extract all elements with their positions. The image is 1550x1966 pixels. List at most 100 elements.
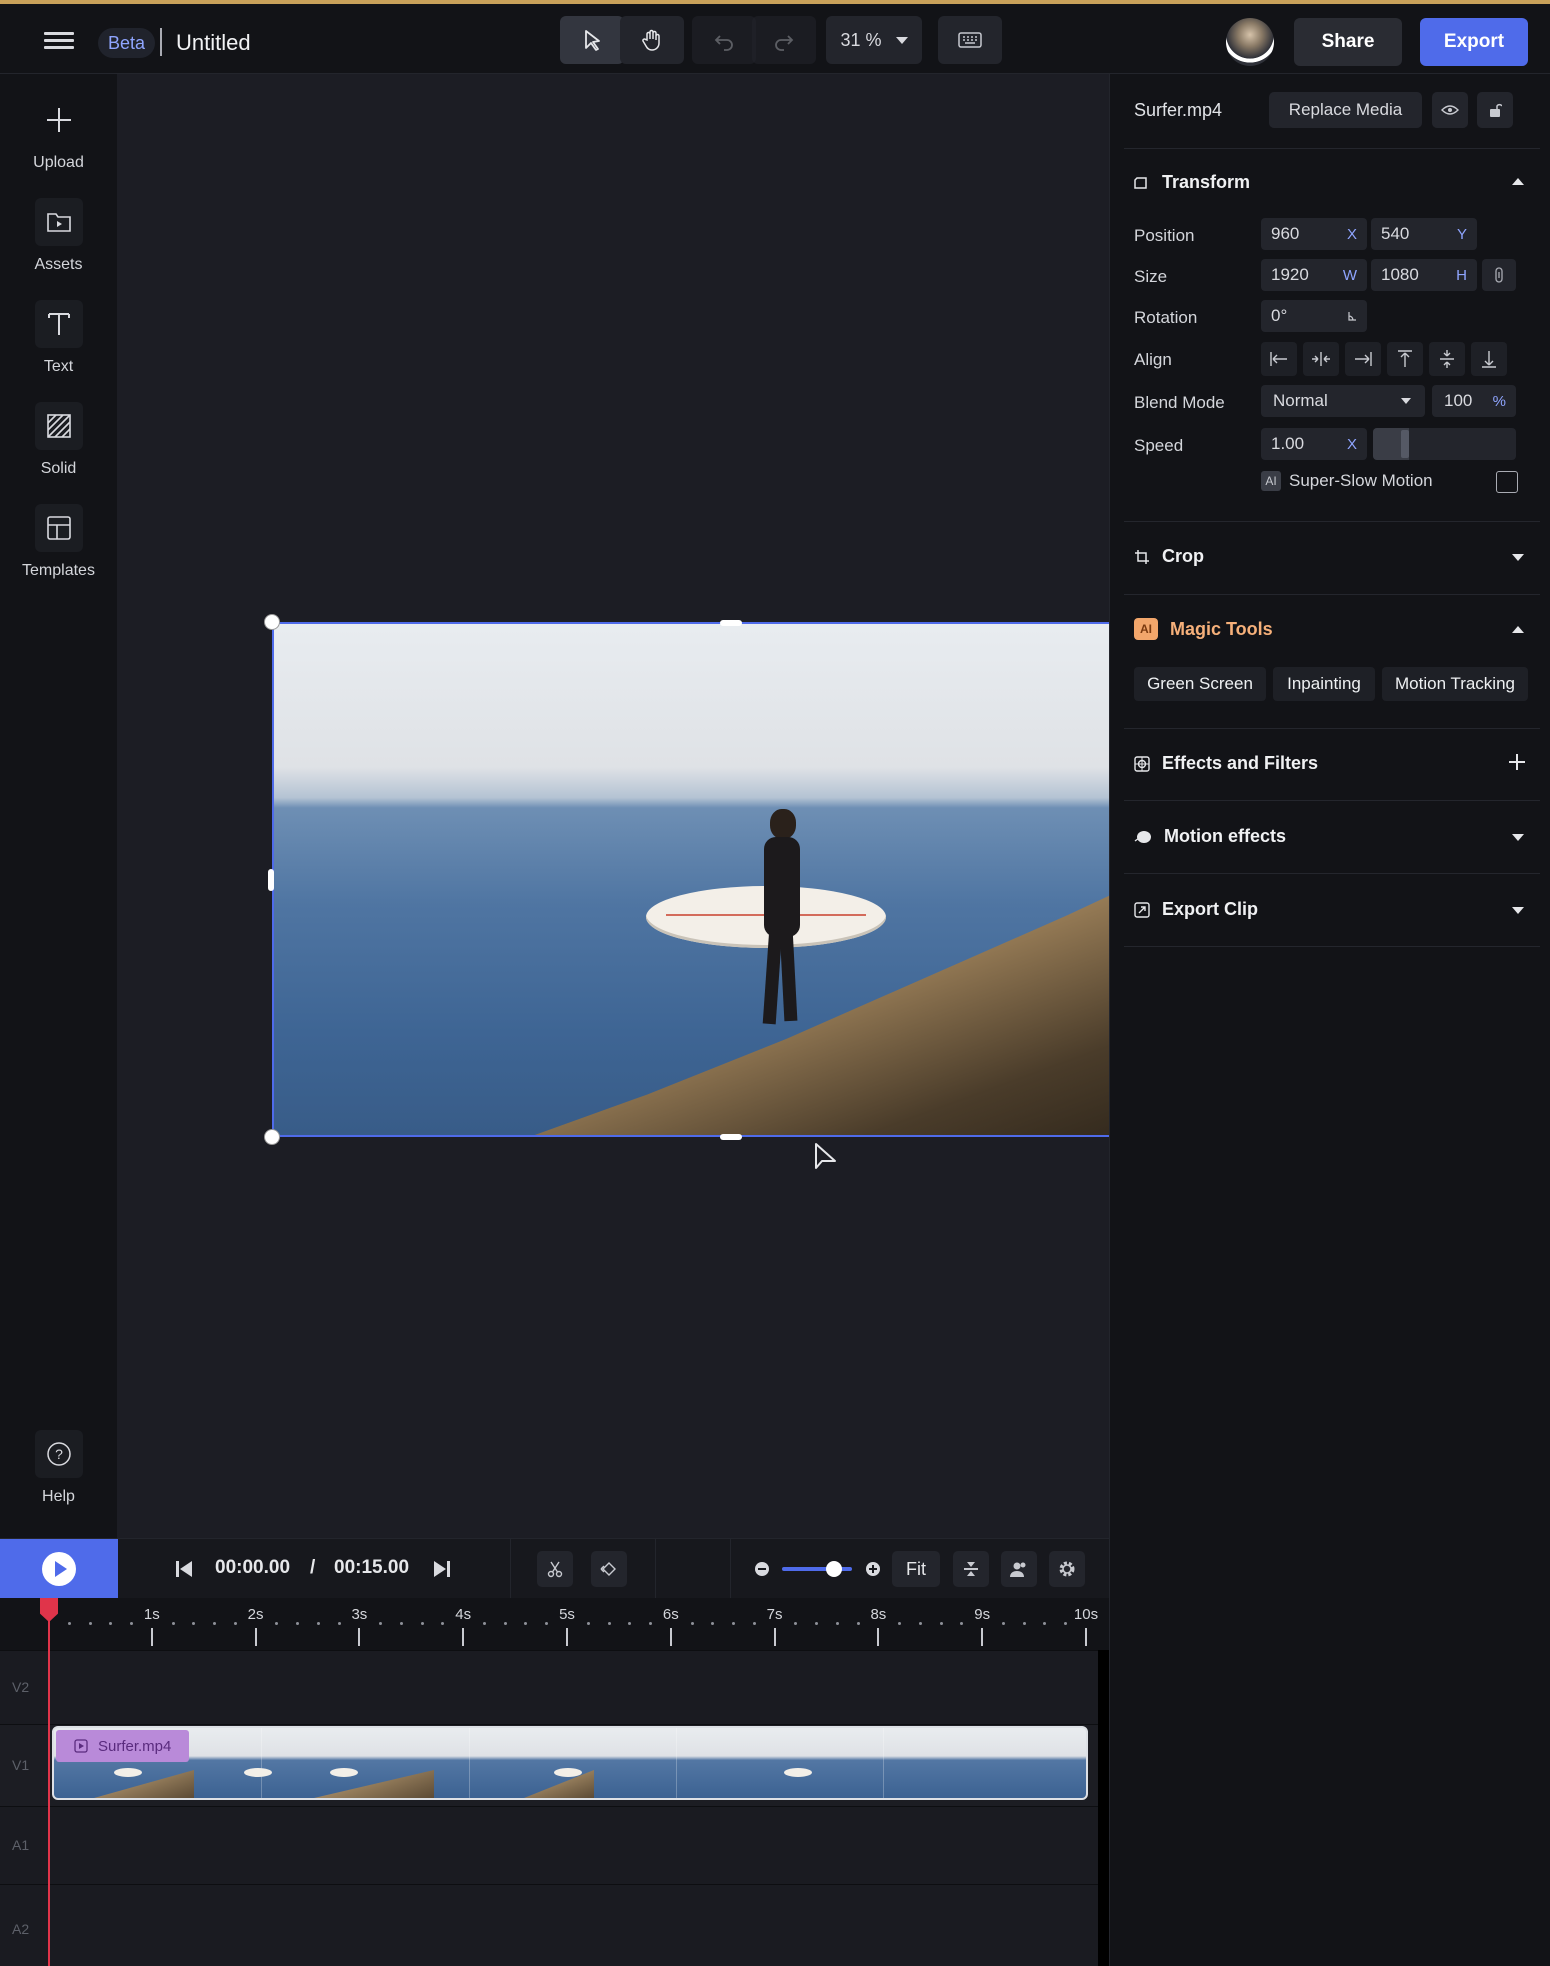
ruler-minor-tick xyxy=(732,1622,736,1625)
speed-input[interactable]: 1.00 X xyxy=(1261,428,1367,460)
ruler-minor-tick xyxy=(1001,1622,1005,1625)
aspect-lock-button[interactable] xyxy=(1482,259,1516,291)
sidebar-item-help[interactable]: ? Help xyxy=(0,1430,117,1506)
keyframe-button[interactable] xyxy=(591,1551,627,1587)
inpainting-button[interactable]: Inpainting xyxy=(1273,667,1375,701)
ruler-minor-tick xyxy=(233,1622,237,1625)
sidebar-item-templates[interactable]: Templates xyxy=(0,504,117,580)
zoom-dropdown[interactable]: 31 % xyxy=(826,16,922,64)
angle-icon xyxy=(1348,312,1356,321)
timeline-ruler[interactable]: 1s 2s 3s 4s 5s 6s 7s 8s 9s 10s xyxy=(0,1598,1109,1650)
sidebar-item-label: Upload xyxy=(33,154,84,171)
user-avatar[interactable] xyxy=(1226,18,1274,66)
undo-button[interactable] xyxy=(692,16,756,64)
hamburger-menu-icon[interactable] xyxy=(44,28,74,54)
align-top-button[interactable] xyxy=(1387,342,1423,376)
folder-play-icon xyxy=(34,198,83,246)
align-middle-button[interactable] xyxy=(1429,342,1465,376)
video-clip[interactable]: Surfer.mp4 xyxy=(52,1726,1088,1800)
align-right-button[interactable] xyxy=(1345,342,1381,376)
rotation-input[interactable]: 0° xyxy=(1261,300,1367,332)
chevron-down-icon[interactable] xyxy=(1512,834,1524,841)
timeline-settings-button[interactable] xyxy=(1049,1551,1085,1587)
rotation-value: 0° xyxy=(1271,306,1288,325)
fit-button[interactable]: Fit xyxy=(892,1551,940,1587)
video-preview[interactable] xyxy=(272,622,1189,1137)
unit-label: W xyxy=(1342,266,1357,284)
size-width-input[interactable]: 1920 W xyxy=(1261,259,1367,291)
transform-title: Transform xyxy=(1162,172,1251,192)
thumbnail-surfboard xyxy=(784,1768,812,1777)
timeline-scrollbar[interactable] xyxy=(1098,1650,1109,1966)
size-h-value: 1080 xyxy=(1381,265,1419,284)
chevron-down-icon[interactable] xyxy=(1512,907,1524,914)
ruler-minor-tick xyxy=(835,1622,839,1625)
resize-handle-top-left[interactable] xyxy=(264,614,280,630)
thumbnail-cliff xyxy=(94,1770,194,1798)
speed-slider-thumb[interactable] xyxy=(1401,430,1409,458)
track-a1[interactable]: A1 xyxy=(0,1806,1098,1884)
track-v2[interactable]: V2 xyxy=(0,1650,1098,1724)
resize-handle-bottom[interactable] xyxy=(720,1134,742,1140)
skip-back-icon[interactable] xyxy=(174,1559,194,1579)
canvas-area[interactable] xyxy=(117,74,1197,1538)
divider xyxy=(655,1539,656,1599)
lock-button[interactable] xyxy=(1477,92,1513,128)
chevron-up-icon[interactable] xyxy=(1512,626,1524,633)
resize-handle-left[interactable] xyxy=(268,869,274,891)
keyboard-shortcuts-button[interactable] xyxy=(938,16,1002,64)
sidebar-item-solid[interactable]: Solid xyxy=(0,402,117,478)
visibility-button[interactable] xyxy=(1432,92,1468,128)
replace-media-button[interactable]: Replace Media xyxy=(1269,92,1422,128)
plus-icon[interactable] xyxy=(1508,753,1526,771)
play-button[interactable] xyxy=(0,1539,118,1599)
split-button[interactable] xyxy=(537,1551,573,1587)
chevron-down-icon[interactable] xyxy=(1512,554,1524,561)
green-screen-button[interactable]: Green Screen xyxy=(1134,667,1266,701)
sidebar-item-assets[interactable]: Assets xyxy=(0,198,117,274)
transform-section-header[interactable]: Transform xyxy=(1134,172,1250,193)
collaborators-button[interactable] xyxy=(1001,1551,1037,1587)
motion-effects-section-header[interactable]: Motion effects xyxy=(1134,826,1286,847)
timeline-zoom-thumb[interactable] xyxy=(826,1561,842,1577)
sidebar-item-text[interactable]: Text xyxy=(0,300,117,376)
position-y-input[interactable]: 540 Y xyxy=(1371,218,1477,250)
super-slow-motion-checkbox[interactable] xyxy=(1496,471,1518,493)
opacity-input[interactable]: 100% xyxy=(1432,385,1516,417)
position-x-input[interactable]: 960 X xyxy=(1261,218,1367,250)
size-height-input[interactable]: 1080 H xyxy=(1371,259,1477,291)
ruler-minor-tick xyxy=(690,1622,694,1625)
align-center-vertical-icon xyxy=(1440,350,1454,368)
zoom-in-icon[interactable] xyxy=(865,1561,881,1577)
align-left-button[interactable] xyxy=(1261,342,1297,376)
export-button[interactable]: Export xyxy=(1420,18,1528,66)
resize-handle-bottom-left[interactable] xyxy=(264,1129,280,1145)
track-a2[interactable]: A2 xyxy=(0,1884,1098,1966)
ruler-minor-tick xyxy=(794,1622,798,1625)
hand-tool-button[interactable] xyxy=(620,16,684,64)
magic-tools-section-header[interactable]: AI Magic Tools xyxy=(1134,618,1273,640)
align-bottom-button[interactable] xyxy=(1471,342,1507,376)
zoom-out-icon[interactable] xyxy=(754,1561,770,1577)
blend-mode-select[interactable]: Normal xyxy=(1261,385,1425,417)
ruler-major-tick xyxy=(981,1628,984,1646)
eye-icon xyxy=(1441,105,1459,115)
skip-forward-icon[interactable] xyxy=(432,1559,452,1579)
chevron-up-icon[interactable] xyxy=(1512,178,1524,185)
export-clip-section-header[interactable]: Export Clip xyxy=(1134,899,1258,920)
speed-slider[interactable] xyxy=(1373,428,1516,460)
crop-section-header[interactable]: Crop xyxy=(1134,546,1204,567)
effects-section-header[interactable]: Effects and Filters xyxy=(1134,753,1318,774)
playhead[interactable] xyxy=(48,1598,50,1966)
align-center-h-button[interactable] xyxy=(1303,342,1339,376)
share-button[interactable]: Share xyxy=(1294,18,1402,66)
select-tool-button[interactable] xyxy=(560,16,624,64)
sidebar-item-upload[interactable]: Upload xyxy=(0,96,117,172)
timeline-zoom-slider[interactable] xyxy=(782,1561,852,1577)
resize-handle-top[interactable] xyxy=(720,620,742,626)
redo-button[interactable] xyxy=(752,16,816,64)
snap-button[interactable] xyxy=(953,1551,989,1587)
motion-tracking-button[interactable]: Motion Tracking xyxy=(1382,667,1528,701)
project-title[interactable]: Untitled xyxy=(176,28,251,58)
track-label: V1 xyxy=(12,1757,30,1773)
